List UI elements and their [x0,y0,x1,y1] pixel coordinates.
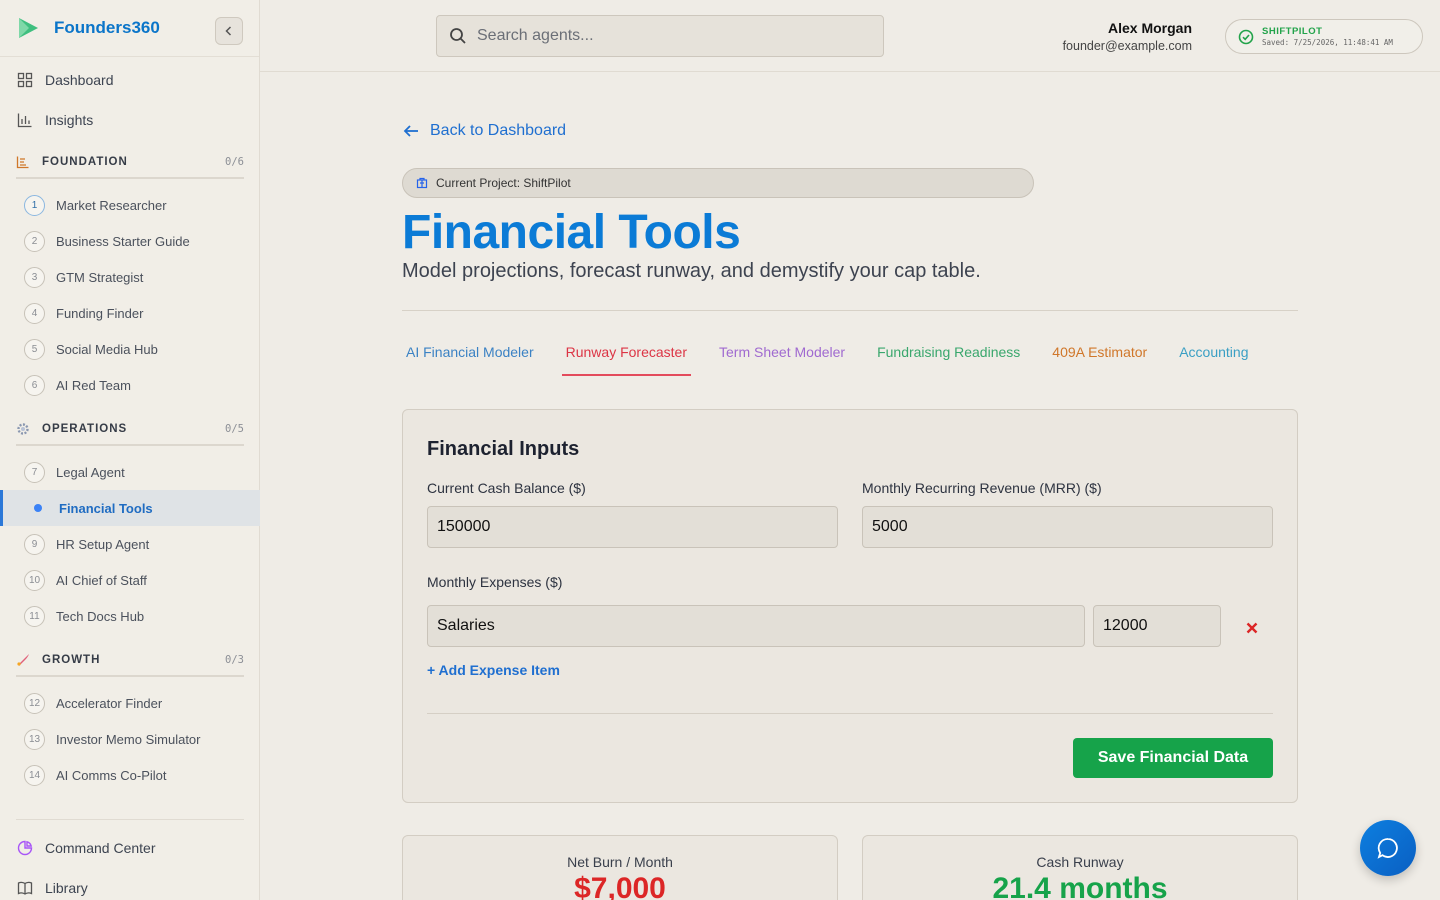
rocket-icon [17,654,29,666]
top-header: Alex Morgan founder@example.com SHIFTPIL… [260,0,1440,72]
expense-amount-input[interactable] [1093,605,1221,647]
sidebar-item-funding-finder[interactable]: 4 Funding Finder [16,295,244,331]
divider [402,310,1298,311]
remove-expense-button[interactable] [1241,617,1263,639]
section-header[interactable]: GROWTH 0/3 [16,645,244,677]
nav-command-center[interactable]: Command Center [16,828,244,868]
user-name: Alex Morgan [1107,20,1192,36]
close-icon [1246,622,1258,634]
sidebar-item-ai-red-team[interactable]: 6 AI Red Team [16,367,244,403]
search-input[interactable] [477,27,857,45]
tab-ai-financial-modeler[interactable]: AI Financial Modeler [402,334,538,376]
page-title: Financial Tools [402,206,741,259]
cash-balance-input[interactable] [427,506,838,548]
sidebar-bottom-nav: Command Center Library [16,819,244,900]
save-financial-data-button[interactable]: Save Financial Data [1073,738,1273,778]
net-burn-value: $7,000 [574,872,666,900]
search-icon [450,28,466,44]
collapse-sidebar-button[interactable] [215,17,243,45]
tab-409a-estimator[interactable]: 409A Estimator [1048,334,1151,376]
sidebar-item-hr-setup-agent[interactable]: 9 HR Setup Agent [16,526,244,562]
nav-library-label: Library [45,880,88,896]
tab-runway-forecaster[interactable]: Runway Forecaster [561,334,692,376]
divider [427,713,1273,714]
section-growth: GROWTH 0/3 12 Accelerator Finder 13 Invest… [16,645,244,793]
chat-button[interactable] [1360,820,1416,876]
monthly-expenses-label: Monthly Expenses ($) [427,574,563,590]
net-burn-label: Net Burn / Month [567,854,673,870]
sidebar-item-financial-tools[interactable]: Financial Tools [0,490,260,526]
cash-runway-card: Cash Runway 21.4 months [862,835,1298,900]
building-icon [416,177,428,189]
nav-command-center-label: Command Center [45,840,156,856]
pie-chart-icon [17,840,33,856]
sidebar-item-ai-chief-of-staff[interactable]: 10 AI Chief of Staff [16,562,244,598]
card-title: Financial Inputs [427,438,580,460]
gear-icon [17,423,29,435]
sidebar-item-market-researcher[interactable]: 1 Market Researcher [16,187,244,223]
tool-tabs: AI Financial Modeler Runway Forecaster T… [402,334,1298,376]
add-expense-button[interactable]: + Add Expense Item [427,662,560,678]
current-project-pill: Current Project: ShiftPilot [402,168,1034,198]
financial-inputs-card: Financial Inputs Current Cash Balance ($… [402,409,1298,803]
saved-timestamp: Saved: 7/25/2026, 11:48:41 AM [1262,38,1393,47]
play-logo-icon [19,18,38,38]
page-subtitle: Model projections, forecast runway, and … [402,260,981,282]
tab-term-sheet-modeler[interactable]: Term Sheet Modeler [715,334,849,376]
bar-chart-icon [17,113,32,128]
nav-insights[interactable]: Insights [0,100,260,140]
nav-dashboard-label: Dashboard [45,72,114,88]
net-burn-card: Net Burn / Month $7,000 [402,835,838,900]
check-circle-icon [1238,29,1254,44]
user-email: founder@example.com [1062,39,1192,53]
sidebar-item-tech-docs-hub[interactable]: 11 Tech Docs Hub [16,598,244,634]
cash-runway-label: Cash Runway [1036,854,1124,870]
arrow-left-icon [403,125,418,137]
cash-runway-value: 21.4 months [992,872,1168,900]
book-icon [17,881,33,895]
brand-name: Founders360 [54,18,160,37]
user-info[interactable]: Alex Morgan founder@example.com [1063,20,1192,53]
saved-project-name: SHIFTPILOT [1262,26,1323,37]
back-to-dashboard-link[interactable]: Back to Dashboard [402,122,566,140]
expense-name-input[interactable] [427,605,1085,647]
sidebar-item-gtm-strategist[interactable]: 3 GTM Strategist [16,259,244,295]
active-dot-icon [27,498,48,519]
mrr-label: Monthly Recurring Revenue (MRR) ($) [862,480,1102,496]
grid-icon [17,72,33,88]
sidebar: Founders360 Dashboard Insights FOUNDATIO… [0,0,260,900]
section-operations: OPERATIONS 0/5 7 Legal Agent Financial To… [0,414,260,634]
section-header[interactable]: OPERATIONS 0/5 [16,414,244,446]
sidebar-item-ai-comms-co-pilot[interactable]: 14 AI Comms Co-Pilot [16,757,244,793]
chevron-left-icon [225,26,232,36]
sidebar-item-investor-memo-simulator[interactable]: 13 Investor Memo Simulator [16,721,244,757]
tab-accounting[interactable]: Accounting [1175,334,1252,376]
blueprint-icon [16,156,29,169]
chat-bubble-icon [1377,838,1398,859]
sidebar-item-business-starter-guide[interactable]: 2 Business Starter Guide [16,223,244,259]
section-foundation: FOUNDATION 0/6 1 Market Researcher 2 Busin… [16,147,244,403]
nav-dashboard[interactable]: Dashboard [0,60,260,100]
cash-balance-label: Current Cash Balance ($) [427,480,586,496]
sidebar-item-social-media-hub[interactable]: 5 Social Media Hub [16,331,244,367]
mrr-input[interactable] [862,506,1273,548]
nav-insights-label: Insights [45,112,94,128]
save-status-badge: SHIFTPILOT Saved: 7/25/2026, 11:48:41 AM [1225,19,1423,54]
search-bar[interactable] [436,15,884,57]
section-header[interactable]: FOUNDATION 0/6 [16,147,244,179]
sidebar-item-legal-agent[interactable]: 7 Legal Agent [16,454,244,490]
nav-library[interactable]: Library [16,868,244,900]
tab-fundraising-readiness[interactable]: Fundraising Readiness [873,334,1024,376]
sidebar-item-accelerator-finder[interactable]: 12 Accelerator Finder [16,685,244,721]
